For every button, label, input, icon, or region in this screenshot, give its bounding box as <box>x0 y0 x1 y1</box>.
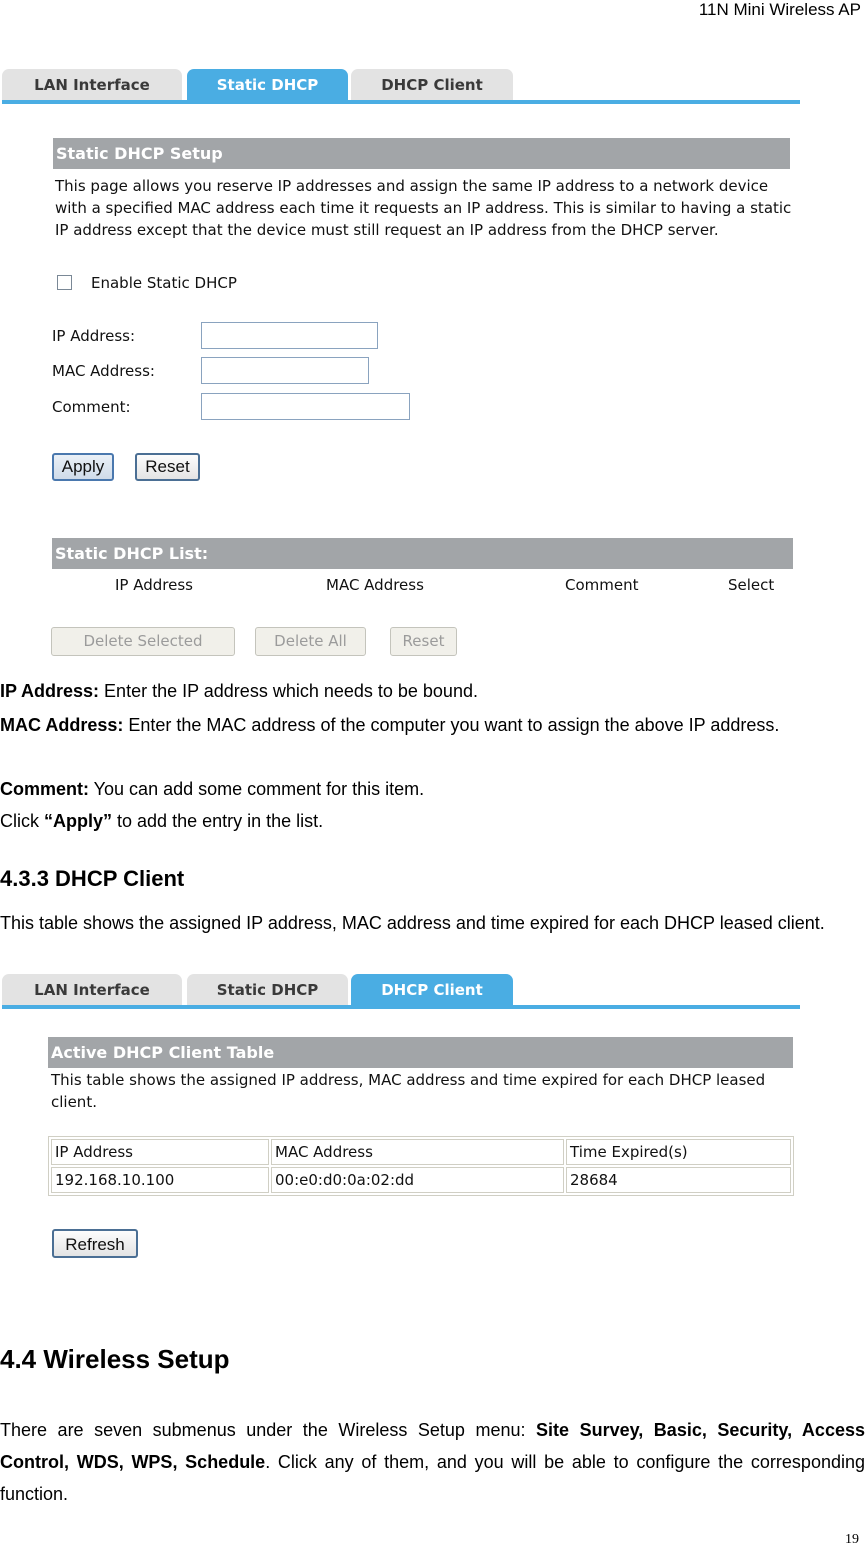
tab-dhcp-client[interactable]: DHCP Client <box>351 69 513 100</box>
list-header-ip: IP Address <box>115 576 193 594</box>
field-help-mac: MAC Address: Enter the MAC address of th… <box>0 710 865 740</box>
section-44-paragraph: There are seven submenus under the Wirel… <box>0 1414 865 1510</box>
help-text-mac: Enter the MAC address of the computer yo… <box>123 715 780 735</box>
reset-button[interactable]: Reset <box>135 453 200 481</box>
dhcp-client-tabstrip: LAN Interface Static DHCP DHCP Client <box>2 973 800 1009</box>
table-header-row: IP Address MAC Address Time Expired(s) <box>51 1139 791 1165</box>
comment-label: Comment: <box>52 398 131 416</box>
table-row: 192.168.10.100 00:e0:d0:0a:02:dd 28684 <box>51 1167 791 1193</box>
enable-static-dhcp-label: Enable Static DHCP <box>91 274 237 292</box>
delete-selected-button[interactable]: Delete Selected <box>51 627 235 656</box>
comment-input[interactable] <box>201 393 410 420</box>
tab-lan-interface[interactable]: LAN Interface <box>2 974 182 1005</box>
tab-static-dhcp[interactable]: Static DHCP <box>187 974 348 1005</box>
section-44-heading: 4.4 Wireless Setup <box>0 1344 230 1374</box>
help-text-ip: Enter the IP address which needs to be b… <box>99 681 478 701</box>
help-term-comment: Comment: <box>0 779 89 799</box>
apply-button[interactable]: Apply <box>52 453 114 481</box>
mac-address-label: MAC Address: <box>52 362 155 380</box>
help-term-ip: IP Address: <box>0 681 100 701</box>
list-header-comment: Comment <box>565 576 639 594</box>
section-433-heading: 4.3.3 DHCP Client <box>0 866 185 891</box>
field-help-ip: IP Address: Enter the IP address which n… <box>0 680 865 703</box>
enable-static-dhcp-checkbox[interactable] <box>57 275 72 290</box>
section-44-prefix: There are seven submenus under the Wirel… <box>0 1420 537 1440</box>
static-dhcp-description: This page allows you reserve IP addresse… <box>55 177 792 239</box>
cell-mac: 00:e0:d0:0a:02:dd <box>271 1167 564 1193</box>
tab-dhcp-client[interactable]: DHCP Client <box>351 974 513 1005</box>
dhcp-client-description: This table shows the assigned IP address… <box>51 1071 766 1111</box>
tab-static-dhcp[interactable]: Static DHCP <box>187 69 348 100</box>
apply-help-suffix: to add the entry in the list. <box>112 811 324 831</box>
tab-underline <box>2 100 800 104</box>
static-dhcp-setup-title: Static DHCP Setup <box>53 138 790 169</box>
ip-address-input[interactable] <box>201 322 378 349</box>
delete-all-button[interactable]: Delete All <box>255 627 366 656</box>
section-433-intro: This table shows the assigned IP address… <box>0 913 825 933</box>
apply-help: Click “Apply” to add the entry in the li… <box>0 810 865 833</box>
cell-ip: 192.168.10.100 <box>51 1167 269 1193</box>
tab-lan-interface[interactable]: LAN Interface <box>2 69 182 100</box>
cell-expires: 28684 <box>566 1167 791 1193</box>
col-header-expires: Time Expired(s) <box>566 1139 791 1165</box>
list-header-select: Select <box>728 576 775 594</box>
list-header-mac: MAC Address <box>326 576 424 594</box>
col-header-ip: IP Address <box>51 1139 269 1165</box>
page-number: 19 <box>845 1532 859 1547</box>
running-header: 11N Mini Wireless AP <box>698 0 861 19</box>
apply-help-term: “Apply” <box>44 811 113 831</box>
active-dhcp-client-table-title: Active DHCP Client Table <box>48 1037 793 1068</box>
dhcp-client-table: IP Address MAC Address Time Expired(s) 1… <box>48 1136 794 1196</box>
help-term-mac: MAC Address: <box>0 715 124 735</box>
static-dhcp-tabstrip: LAN Interface Static DHCP DHCP Client <box>2 68 800 104</box>
refresh-button[interactable]: Refresh <box>52 1229 138 1258</box>
field-help-comment: Comment: You can add some comment for th… <box>0 778 865 801</box>
ip-address-label: IP Address: <box>52 327 136 345</box>
apply-help-prefix: Click <box>0 811 44 831</box>
col-header-mac: MAC Address <box>271 1139 564 1165</box>
help-text-comment: You can add some comment for this item. <box>89 779 425 799</box>
tab-underline <box>2 1005 800 1009</box>
mac-address-input[interactable] <box>201 357 369 384</box>
static-dhcp-list-title: Static DHCP List: <box>52 538 793 569</box>
list-reset-button[interactable]: Reset <box>390 627 457 656</box>
